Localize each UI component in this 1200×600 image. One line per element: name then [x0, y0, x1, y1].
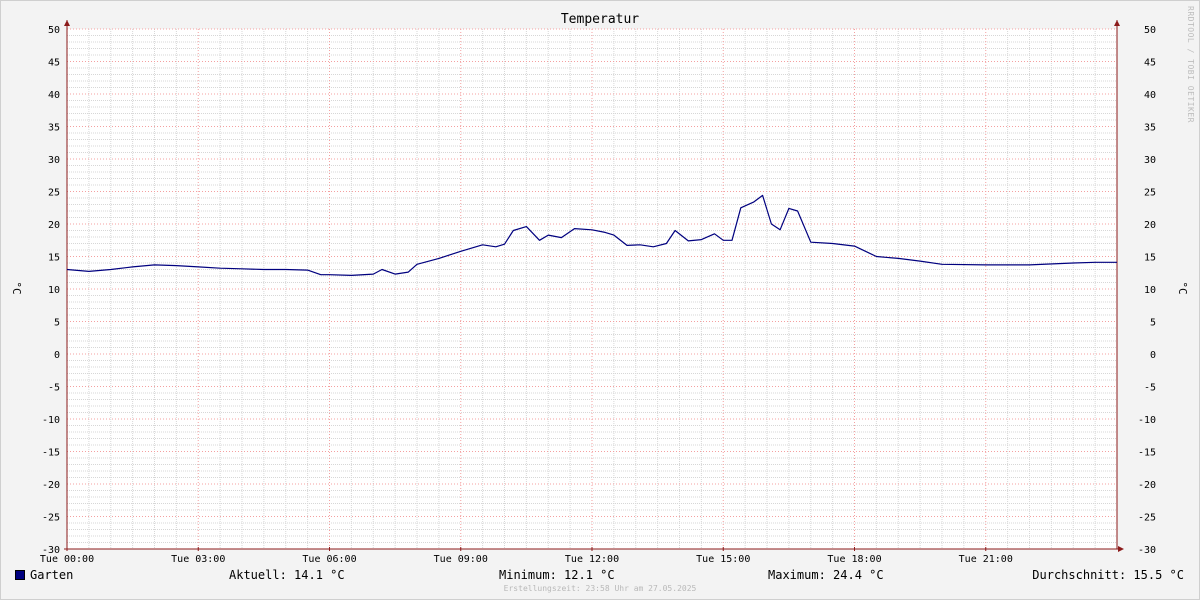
y-tick-label-left: 20	[48, 220, 60, 231]
x-tick-label: Tue 12:00	[565, 554, 619, 565]
x-tick-label: Tue 21:00	[959, 554, 1013, 565]
y-tick-label-left: 0	[54, 350, 60, 361]
y-tick-label-right: 30	[1144, 155, 1156, 166]
y-tick-label-left: -20	[42, 480, 60, 491]
y-tick-label-left: 35	[48, 123, 60, 134]
x-tick-label: Tue 03:00	[171, 554, 225, 565]
y-tick-label-left: 45	[48, 58, 60, 69]
y-axis-left-arrow	[64, 20, 70, 26]
y-tick-label-right: -25	[1138, 513, 1156, 524]
y-tick-label-right: 50	[1144, 25, 1156, 36]
y-tick-label-right: -15	[1138, 448, 1156, 459]
y-axis-label-right: °C	[1176, 281, 1189, 294]
y-tick-label-right: -30	[1138, 545, 1156, 556]
y-tick-label-right: 10	[1144, 285, 1156, 296]
y-tick-label-left: 50	[48, 25, 60, 36]
y-tick-label-right: -10	[1138, 415, 1156, 426]
legend-series-name: Garten	[30, 568, 74, 582]
y-tick-label-right: 0	[1150, 350, 1156, 361]
creation-timestamp: Erstellungszeit: 23:58 Uhr am 27.05.2025	[503, 584, 697, 593]
y-tick-label-left: -15	[42, 448, 60, 459]
y-tick-label-right: 45	[1144, 58, 1156, 69]
x-tick-label: Tue 18:00	[827, 554, 881, 565]
legend-average-value: Durchschnitt: 15.5 °C	[1032, 568, 1184, 582]
y-tick-label-right: -20	[1138, 480, 1156, 491]
y-tick-label-left: 10	[48, 285, 60, 296]
legend-maximum-value: Maximum: 24.4 °C	[768, 568, 884, 582]
x-tick-label: Tue 00:00	[40, 554, 94, 565]
y-tick-label-left: -5	[48, 383, 60, 394]
y-tick-label-right: 35	[1144, 123, 1156, 134]
y-tick-label-left: 25	[48, 188, 60, 199]
legend: Garten Aktuell: 14.1 °C Minimum: 12.1 °C…	[0, 566, 1200, 584]
x-axis-arrow	[1118, 546, 1124, 552]
y-tick-label-right: 40	[1144, 90, 1156, 101]
x-tick-label: Tue 09:00	[434, 554, 488, 565]
legend-swatch	[15, 570, 25, 580]
y-axis-label-left: °C	[10, 281, 23, 294]
y-tick-label-left: -10	[42, 415, 60, 426]
chart-canvas: 50 5045 4540 4035 3530 3025 2520 2015 1510 105 50 0…	[10, 12, 1189, 565]
y-tick-label-left: -25	[42, 513, 60, 524]
rrdtool-watermark: RRDTOOL / TOBI OETIKER	[1186, 6, 1195, 123]
y-tick-label-right: 15	[1144, 253, 1156, 264]
x-tick-label: Tue 15:00	[696, 554, 750, 565]
y-tick-label-right: 20	[1144, 220, 1156, 231]
x-tick-label: Tue 06:00	[302, 554, 356, 565]
y-tick-label-left: 5	[54, 318, 60, 329]
y-tick-label-left: 30	[48, 155, 60, 166]
y-axis-right-arrow	[1114, 20, 1120, 26]
legend-current-value: Aktuell: 14.1 °C	[229, 568, 345, 582]
y-tick-label-left: 15	[48, 253, 60, 264]
y-tick-label-left: 40	[48, 90, 60, 101]
y-tick-label-right: 5	[1150, 318, 1156, 329]
y-tick-label-right: -5	[1144, 383, 1156, 394]
y-tick-label-right: 25	[1144, 188, 1156, 199]
legend-minimum-value: Minimum: 12.1 °C	[499, 568, 615, 582]
chart-title: Temperatur	[561, 12, 639, 27]
